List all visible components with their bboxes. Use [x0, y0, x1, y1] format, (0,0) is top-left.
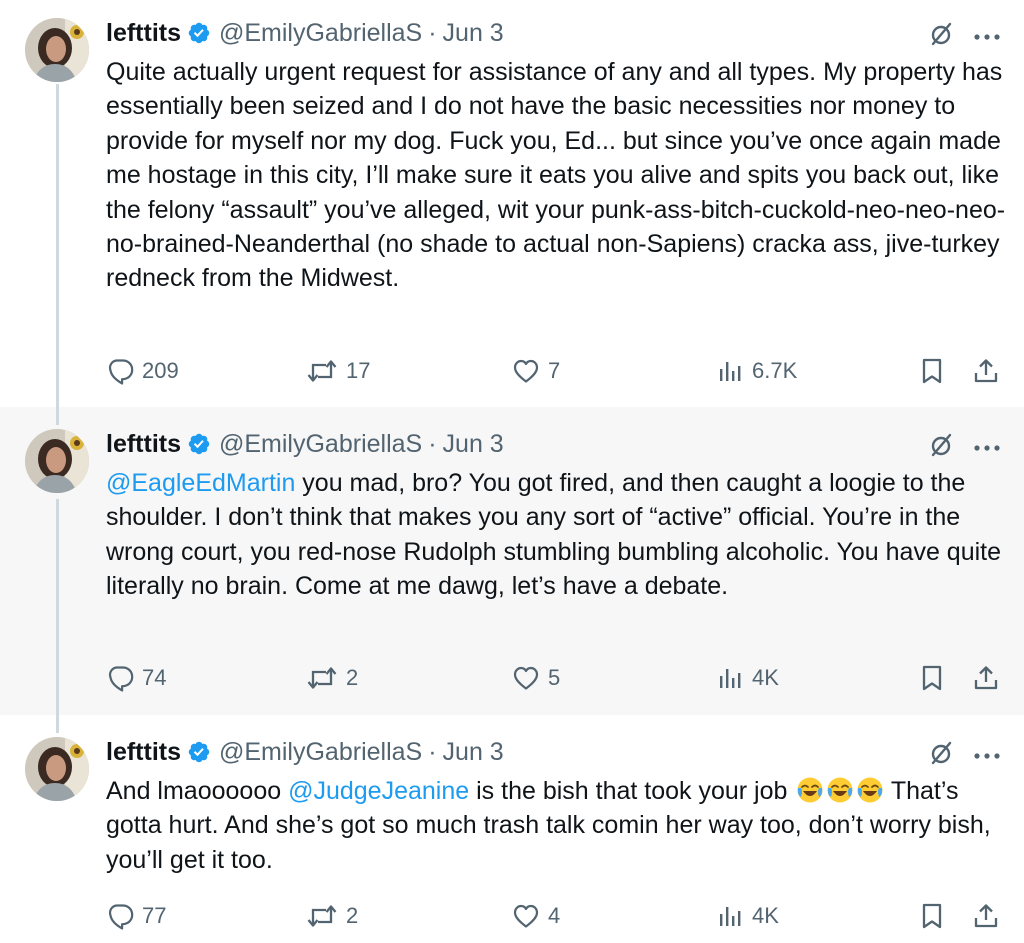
- tweet-actions: 74 2 5 4K: [106, 663, 1006, 693]
- bookmark-icon: [919, 357, 945, 385]
- view-count: 4K: [752, 665, 779, 690]
- repost-arrows-icon: [306, 664, 338, 692]
- grok-icon[interactable]: [928, 740, 954, 766]
- tweet-2[interactable]: lefttits @EmilyGabriellaS · Jun 3 @Eagle…: [0, 407, 1024, 715]
- face-with-tears-of-joy-icon: [856, 776, 884, 804]
- like-button[interactable]: 7: [512, 356, 560, 386]
- grok-icon[interactable]: [928, 21, 954, 47]
- like-button[interactable]: 4: [512, 901, 560, 931]
- heart-icon: [512, 357, 540, 385]
- verified-badge-icon: [187, 432, 211, 456]
- bookmark-icon: [919, 664, 945, 692]
- repost-button[interactable]: 2: [306, 901, 358, 931]
- grok-icon[interactable]: [928, 432, 954, 458]
- display-name[interactable]: lefttits: [106, 430, 181, 459]
- thread-line: [56, 715, 59, 733]
- repost-count: 17: [346, 358, 371, 383]
- views-button[interactable]: 4K: [716, 901, 779, 931]
- views-button[interactable]: 4K: [716, 663, 779, 693]
- tweet-date[interactable]: Jun 3: [443, 430, 504, 459]
- repost-count: 2: [346, 903, 359, 928]
- face-with-tears-of-joy-icon: [796, 776, 824, 804]
- like-count: 4: [548, 903, 561, 928]
- reply-button[interactable]: 77: [106, 901, 166, 931]
- tweet-text: @EagleEdMartin you mad, bro? You got fir…: [106, 466, 1006, 604]
- tweet-3[interactable]: lefttits @EmilyGabriellaS · Jun 3 And lm…: [0, 715, 1024, 943]
- heart-icon: [512, 902, 540, 930]
- bar-chart-icon: [716, 357, 744, 385]
- tweet-text-content: is the bish that took your job: [469, 777, 795, 805]
- view-count: 4K: [752, 903, 779, 928]
- thread-line: [56, 407, 59, 425]
- heart-icon: [512, 664, 540, 692]
- tweet-1[interactable]: lefttits @EmilyGabriellaS · Jun 3 Quite …: [0, 0, 1024, 407]
- verified-badge-icon: [187, 740, 211, 764]
- share-upload-icon: [972, 902, 1000, 930]
- user-handle[interactable]: @EmilyGabriellaS: [219, 430, 422, 459]
- user-handle[interactable]: @EmilyGabriellaS: [219, 19, 422, 48]
- like-button[interactable]: 5: [512, 663, 560, 693]
- bookmark-button[interactable]: [919, 663, 945, 693]
- share-button[interactable]: [972, 356, 1000, 386]
- bookmark-button[interactable]: [919, 356, 945, 386]
- mention-link[interactable]: @EagleEdMartin: [106, 469, 295, 497]
- bar-chart-icon: [716, 664, 744, 692]
- tweet-header: lefttits @EmilyGabriellaS · Jun 3: [106, 427, 504, 461]
- repost-arrows-icon: [306, 902, 338, 930]
- avatar[interactable]: [25, 737, 89, 801]
- tweet-actions: 209 17 7 6.7K: [106, 356, 1006, 386]
- more-dots-icon[interactable]: [972, 29, 1002, 39]
- more-dots-icon[interactable]: [972, 748, 1002, 758]
- reply-button[interactable]: 74: [106, 663, 166, 693]
- tweet-date[interactable]: Jun 3: [443, 19, 504, 48]
- like-count: 5: [548, 665, 561, 690]
- share-button[interactable]: [972, 663, 1000, 693]
- avatar[interactable]: [25, 18, 89, 82]
- reply-button[interactable]: 209: [106, 356, 179, 386]
- bar-chart-icon: [716, 902, 744, 930]
- display-name[interactable]: lefttits: [106, 19, 181, 48]
- separator-dot: ·: [428, 737, 437, 766]
- share-upload-icon: [972, 664, 1000, 692]
- bookmark-icon: [919, 902, 945, 930]
- tweet-date[interactable]: Jun 3: [443, 738, 504, 767]
- repost-button[interactable]: 2: [306, 663, 358, 693]
- display-name[interactable]: lefttits: [106, 738, 181, 767]
- view-count: 6.7K: [752, 358, 798, 383]
- tweet-text: And lmaoooooo @JudgeJeanine is the bish …: [106, 774, 1006, 877]
- tweet-text: Quite actually urgent request for assist…: [106, 58, 1006, 293]
- separator-dot: ·: [428, 18, 437, 47]
- bookmark-button[interactable]: [919, 901, 945, 931]
- user-handle[interactable]: @EmilyGabriellaS: [219, 738, 422, 767]
- tweet-actions: 77 2 4 4K: [106, 901, 1006, 931]
- speech-bubble-icon: [106, 357, 134, 385]
- like-count: 7: [548, 358, 561, 383]
- speech-bubble-icon: [106, 664, 134, 692]
- share-button[interactable]: [972, 901, 1000, 931]
- tweet-text-content: And lmaoooooo: [106, 777, 289, 805]
- verified-badge-icon: [187, 21, 211, 45]
- thread-line: [56, 84, 59, 407]
- reply-count: 77: [142, 903, 167, 928]
- thread-line: [56, 499, 59, 715]
- separator-dot: ·: [428, 429, 437, 458]
- repost-arrows-icon: [306, 357, 338, 385]
- repost-button[interactable]: 17: [306, 356, 370, 386]
- reply-count: 74: [142, 665, 167, 690]
- tweet-header: lefttits @EmilyGabriellaS · Jun 3: [106, 735, 504, 769]
- speech-bubble-icon: [106, 902, 134, 930]
- mention-link[interactable]: @JudgeJeanine: [288, 777, 469, 805]
- share-upload-icon: [972, 357, 1000, 385]
- face-with-tears-of-joy-icon: [826, 776, 854, 804]
- tweet-header: lefttits @EmilyGabriellaS · Jun 3: [106, 16, 504, 50]
- more-dots-icon[interactable]: [972, 440, 1002, 450]
- views-button[interactable]: 6.7K: [716, 356, 797, 386]
- reply-count: 209: [142, 358, 179, 383]
- avatar[interactable]: [25, 429, 89, 493]
- repost-count: 2: [346, 665, 359, 690]
